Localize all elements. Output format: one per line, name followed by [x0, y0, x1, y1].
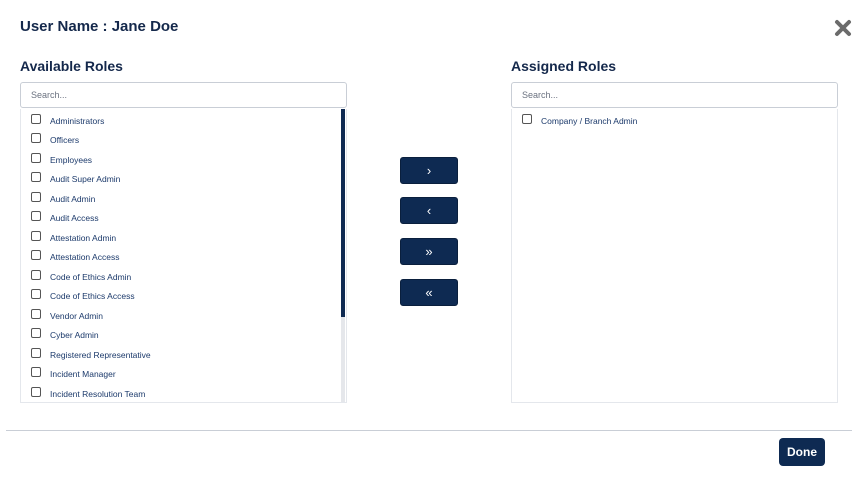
list-item[interactable]: Attestation Access: [31, 248, 346, 268]
role-checkbox[interactable]: [31, 172, 41, 183]
role-label: Incident Manager: [50, 369, 116, 380]
role-checkbox[interactable]: [31, 308, 41, 319]
available-roles-heading: Available Roles: [20, 58, 123, 74]
list-item[interactable]: Incident Resolution Team: [31, 384, 346, 402]
footer-divider: [6, 430, 852, 431]
done-button[interactable]: Done: [779, 438, 825, 466]
move-right-button[interactable]: ›: [400, 157, 458, 184]
list-item[interactable]: Audit Super Admin: [31, 170, 346, 190]
list-item[interactable]: Audit Access: [31, 209, 346, 229]
role-label: Employees: [50, 154, 93, 165]
list-item[interactable]: Code of Ethics Admin: [31, 267, 346, 287]
role-checkbox[interactable]: [522, 113, 532, 124]
assigned-roles-list: Company / Branch Admin: [511, 109, 838, 403]
role-checkbox[interactable]: [31, 328, 41, 339]
move-left-button[interactable]: ‹: [400, 197, 458, 224]
role-checkbox[interactable]: [31, 211, 41, 222]
list-item[interactable]: Administrators: [31, 111, 346, 131]
role-label: Attestation Admin: [50, 232, 117, 243]
role-label: Audit Access: [50, 213, 99, 224]
role-checkbox[interactable]: [31, 367, 41, 378]
role-checkbox[interactable]: [31, 289, 41, 300]
role-checkbox[interactable]: [31, 347, 41, 358]
scrollbar-thumb[interactable]: [341, 109, 345, 317]
role-label: Audit Admin: [50, 193, 96, 204]
role-checkbox[interactable]: [31, 250, 41, 261]
close-icon[interactable]: [834, 19, 852, 37]
list-item[interactable]: Officers: [31, 131, 346, 151]
list-item[interactable]: Company / Branch Admin: [522, 111, 837, 131]
role-checkbox[interactable]: [31, 269, 41, 280]
role-label: Administrators: [50, 115, 105, 126]
role-checkbox[interactable]: [31, 191, 41, 202]
assigned-roles-search-input[interactable]: [511, 82, 838, 108]
role-checkbox[interactable]: [31, 133, 41, 144]
list-item[interactable]: Audit Admin: [31, 189, 346, 209]
role-label: Audit Super Admin: [50, 174, 121, 185]
available-roles-search-input[interactable]: [20, 82, 347, 108]
move-all-right-button[interactable]: »: [400, 238, 458, 265]
role-label: Code of Ethics Access: [50, 291, 135, 302]
dialog-title: User Name : Jane Doe: [20, 18, 179, 35]
role-label: Attestation Access: [50, 252, 120, 263]
list-item[interactable]: Incident Manager: [31, 365, 346, 385]
role-label: Officers: [50, 135, 80, 146]
list-item[interactable]: Registered Representative: [31, 345, 346, 365]
list-item[interactable]: Vendor Admin: [31, 306, 346, 326]
role-checkbox[interactable]: [31, 152, 41, 163]
list-item[interactable]: Employees: [31, 150, 346, 170]
available-roles-list: Administrators Officers Employees Audit Sup…: [20, 109, 347, 403]
role-label: Company / Branch Admin: [541, 115, 638, 126]
list-item[interactable]: Attestation Admin: [31, 228, 346, 248]
list-item[interactable]: Cyber Admin: [31, 326, 346, 346]
list-item[interactable]: Code of Ethics Access: [31, 287, 346, 307]
role-label: Vendor Admin: [50, 310, 103, 321]
move-all-left-button[interactable]: «: [400, 279, 458, 306]
assigned-roles-heading: Assigned Roles: [511, 58, 617, 74]
role-checkbox[interactable]: [31, 230, 41, 241]
role-label: Code of Ethics Admin: [50, 271, 132, 282]
role-label: Registered Representative: [50, 349, 151, 360]
role-checkbox[interactable]: [31, 113, 41, 124]
role-checkbox[interactable]: [31, 386, 41, 397]
role-label: Incident Resolution Team: [50, 388, 146, 399]
role-label: Cyber Admin: [50, 330, 99, 341]
